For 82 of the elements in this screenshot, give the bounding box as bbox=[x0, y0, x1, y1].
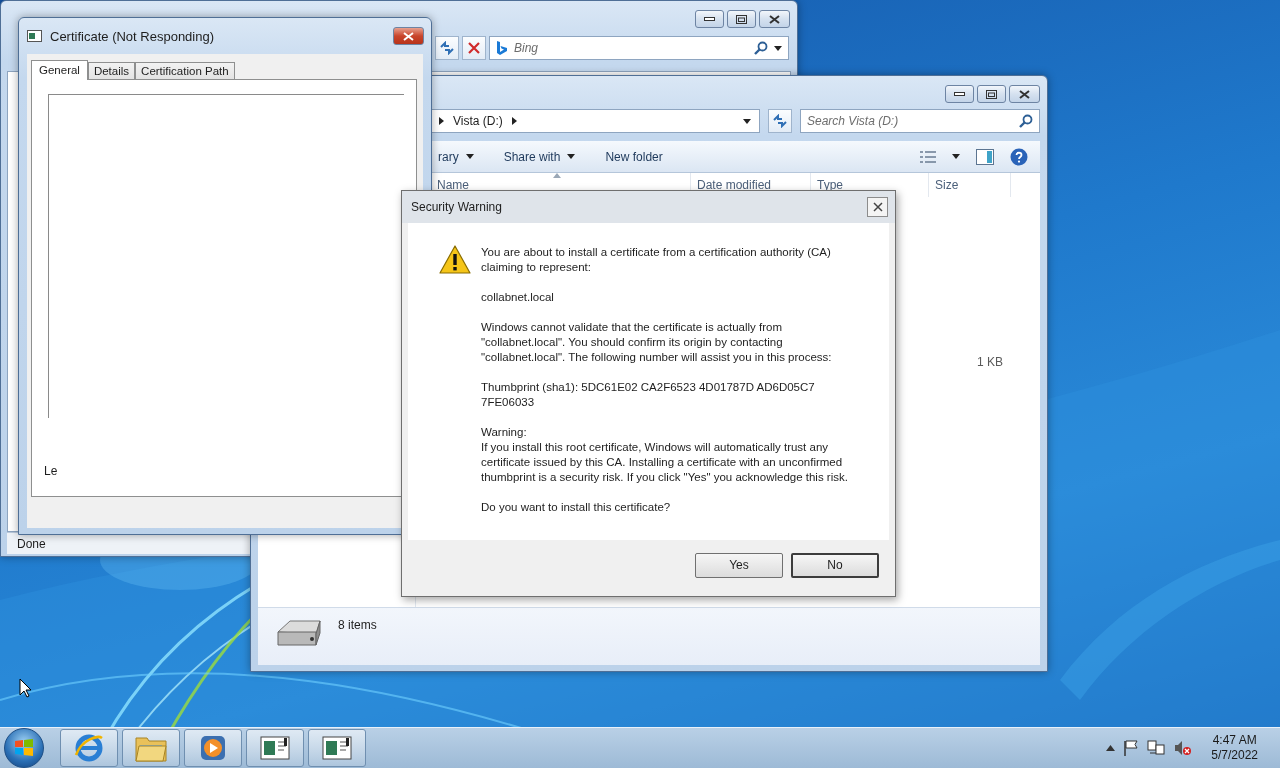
message-text: Thumbprint (sha1): 5DC61E02 CA2F6523 4D01787D AD6D05C7 7FE06033 bbox=[481, 380, 816, 410]
view-list-icon[interactable] bbox=[920, 150, 936, 163]
tab[interactable]: General bbox=[31, 60, 88, 80]
network-icon[interactable] bbox=[1147, 740, 1166, 756]
certificate-icon bbox=[27, 30, 42, 42]
item-count: 8 items bbox=[338, 618, 377, 632]
caret-icon bbox=[567, 154, 576, 159]
preview-pane-icon[interactable] bbox=[976, 148, 994, 165]
refresh-icon bbox=[772, 114, 788, 128]
toolbar-button[interactable]: New folder bbox=[605, 149, 663, 164]
search-field[interactable]: Search Vista (D:) bbox=[800, 109, 1040, 133]
dropdown-icon bbox=[743, 118, 751, 124]
refresh-button[interactable] bbox=[435, 36, 459, 60]
certificate-icon bbox=[260, 736, 290, 760]
message-text: Do you want to install this certificate? bbox=[481, 500, 672, 515]
minimize-button[interactable] bbox=[945, 85, 974, 103]
certificate-icon bbox=[322, 736, 352, 760]
toolbar-button[interactable]: Share with bbox=[503, 149, 576, 164]
search-icon[interactable] bbox=[1019, 114, 1033, 128]
label-text: Le bbox=[44, 464, 59, 478]
windows-logo-icon bbox=[14, 739, 34, 757]
search-engine-icon bbox=[496, 40, 508, 56]
tab[interactable]: Certification Path bbox=[135, 62, 235, 79]
message-text: Warning: bbox=[481, 425, 528, 440]
search-icon[interactable] bbox=[754, 41, 768, 55]
dialog-button[interactable]: Yes bbox=[695, 552, 783, 578]
close-icon bbox=[1019, 89, 1030, 99]
minimize-icon bbox=[704, 17, 715, 21]
maximize-button[interactable] bbox=[727, 10, 756, 28]
chevron-right-icon bbox=[511, 117, 517, 125]
tab[interactable]: Details bbox=[87, 62, 136, 79]
close-button[interactable] bbox=[759, 10, 790, 28]
status-text: Done bbox=[17, 536, 46, 551]
close-button[interactable] bbox=[393, 27, 424, 45]
dialog-title: Security Warning bbox=[411, 200, 502, 214]
caret-icon bbox=[465, 154, 474, 159]
maximize-button[interactable] bbox=[977, 85, 1006, 103]
help-icon[interactable] bbox=[1010, 147, 1028, 166]
close-icon bbox=[769, 14, 780, 24]
clock[interactable]: 4:47 AM 5/7/2022 bbox=[1211, 733, 1258, 763]
taskbar-app-button[interactable] bbox=[246, 729, 304, 767]
chevron-right-icon bbox=[439, 117, 444, 125]
breadcrumb-item[interactable]: Vista (D:) bbox=[453, 114, 503, 128]
browser-icon bbox=[74, 733, 104, 763]
taskbar-app-button[interactable] bbox=[308, 729, 366, 767]
stop-button[interactable] bbox=[462, 36, 486, 60]
refresh-icon bbox=[439, 41, 455, 55]
column-header[interactable]: Size bbox=[929, 173, 1011, 197]
start-button[interactable] bbox=[4, 728, 44, 768]
warning-icon bbox=[439, 245, 471, 274]
taskbar-app-button[interactable] bbox=[122, 729, 180, 767]
close-icon bbox=[403, 31, 414, 41]
taskbar-app-button[interactable] bbox=[184, 729, 242, 767]
play-icon bbox=[200, 735, 226, 761]
flag-icon[interactable] bbox=[1124, 740, 1139, 756]
close-icon bbox=[468, 42, 480, 54]
toolbar-button[interactable]: rary bbox=[438, 149, 474, 164]
dialog-button[interactable]: No bbox=[791, 552, 879, 578]
close-button[interactable] bbox=[867, 197, 888, 217]
message-text: If you install this root certificate, Windows will automatically trust any certificate issued by this CA. Installing a certificate with an unconfirmed thumbprint is a security risk. If you click "Yes" you acknowledge this risk. bbox=[481, 440, 849, 485]
mouse-pointer-icon bbox=[19, 678, 32, 698]
size-cell-text: 1 KB bbox=[976, 354, 1004, 371]
caret-icon bbox=[774, 45, 782, 51]
message-text: You are about to install a certificate from a certification authority (CA) claiming to represent: bbox=[481, 245, 832, 275]
close-button[interactable] bbox=[1009, 85, 1040, 103]
maximize-icon bbox=[736, 14, 747, 24]
message-text: collabnet.local bbox=[481, 290, 555, 305]
hard-drive-icon bbox=[276, 618, 322, 648]
message-text: Windows cannot validate that the certificate is actually from "collabnet.local". You should confirm its origin by contacting "collabnet.local". The following number will assist you in this process: bbox=[481, 320, 833, 365]
folder-icon bbox=[135, 734, 167, 762]
caret-icon bbox=[952, 154, 960, 159]
speaker-muted-icon[interactable] bbox=[1174, 740, 1193, 756]
taskbar-app-button[interactable] bbox=[60, 729, 118, 767]
minimize-button[interactable] bbox=[695, 10, 724, 28]
window-title: Certificate (Not Responding) bbox=[50, 28, 215, 44]
close-icon bbox=[872, 202, 883, 212]
refresh-button[interactable] bbox=[768, 109, 792, 133]
maximize-icon bbox=[986, 89, 997, 99]
show-hidden-icons-icon[interactable] bbox=[1106, 745, 1116, 751]
sort-arrow-icon bbox=[553, 173, 561, 178]
minimize-icon bbox=[954, 92, 965, 96]
search-field[interactable]: Bing bbox=[489, 36, 789, 60]
